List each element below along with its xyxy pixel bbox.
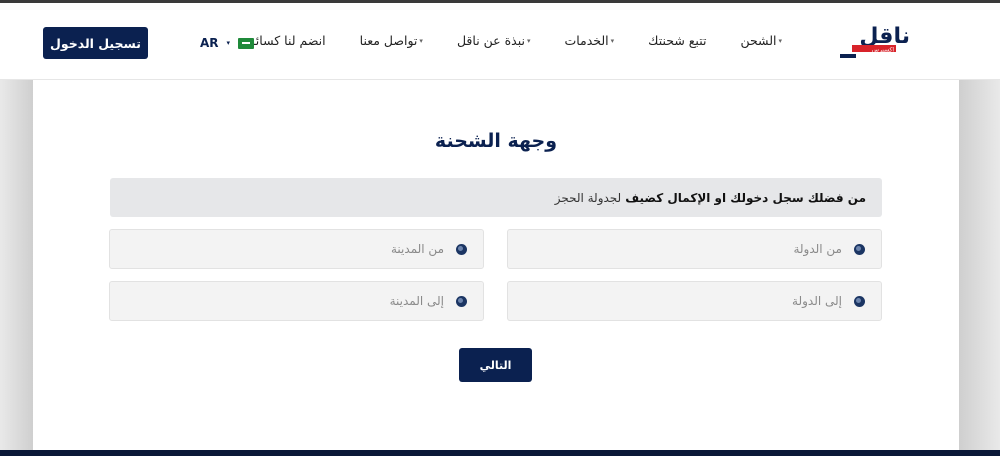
page-title: وجهة الشحنة <box>434 130 558 152</box>
login-notice: من فضلك سجل دخولك او الإكمال كضيف لجدولة… <box>110 178 882 217</box>
globe-icon <box>854 243 865 255</box>
language-code: AR <box>200 36 219 50</box>
notice-bold-text: من فضلك سجل دخولك او الإكمال كضيف <box>625 190 866 205</box>
chevron-down-icon: ▾ <box>526 36 531 45</box>
nav-shipping[interactable]: الشحن ▾ <box>740 33 782 48</box>
nav-shipping-label: الشحن <box>740 33 777 48</box>
nav-about-label: نبذة عن ناقل <box>456 33 525 48</box>
site-header: ناقل اكسبرس الشحن ▾ تتبع شحنتك الخدمات ▾… <box>0 3 1000 80</box>
nav-contact[interactable]: تواصل معنا ▾ <box>360 33 423 48</box>
nav-services-label: الخدمات <box>564 33 609 48</box>
nav-services[interactable]: الخدمات ▾ <box>564 33 614 48</box>
nav-about[interactable]: نبذة عن ناقل ▾ <box>457 33 531 48</box>
from-city-input[interactable] <box>144 242 444 256</box>
to-city-input[interactable] <box>144 294 444 308</box>
svg-text:اكسبرس: اكسبرس <box>872 47 895 54</box>
main-nav: الشحن ▾ تتبع شحنتك الخدمات ▾ نبذة عن ناق… <box>245 33 782 48</box>
chevron-down-icon: ▾ <box>610 36 615 45</box>
to-city-field[interactable] <box>109 281 484 321</box>
language-selector[interactable]: AR ▾ <box>200 36 255 50</box>
nav-contact-label: تواصل معنا <box>359 33 418 48</box>
saudi-flag-icon <box>238 37 255 49</box>
to-country-field[interactable] <box>507 281 882 321</box>
naqel-logo[interactable]: ناقل اكسبرس <box>840 21 912 63</box>
chevron-down-icon: ▾ <box>778 36 782 45</box>
globe-icon <box>456 243 467 255</box>
to-country-input[interactable] <box>542 294 842 308</box>
from-country-field[interactable] <box>507 229 882 269</box>
notice-text: لجدولة الحجز <box>554 190 622 205</box>
footer-bar <box>0 450 1000 456</box>
nav-track-label: تتبع شحنتك <box>648 33 707 48</box>
login-button[interactable]: تسجيل الدخول <box>43 27 148 59</box>
chevron-down-icon: ▾ <box>419 36 423 45</box>
right-backdrop <box>959 80 1000 450</box>
nav-join-label: انضم لنا كسائق <box>245 33 326 48</box>
next-button[interactable]: التالي <box>459 348 532 382</box>
from-city-field[interactable] <box>109 229 484 269</box>
chevron-down-icon: ▾ <box>226 39 231 47</box>
from-country-input[interactable] <box>542 242 842 256</box>
shipment-destination-card: وجهة الشحنة من فضلك سجل دخولك او الإكمال… <box>33 80 959 450</box>
left-backdrop <box>0 80 33 450</box>
globe-icon <box>854 295 865 307</box>
nav-track-shipment[interactable]: تتبع شحنتك <box>648 33 706 48</box>
nav-join-driver[interactable]: انضم لنا كسائق <box>245 33 325 48</box>
globe-icon <box>456 295 467 307</box>
